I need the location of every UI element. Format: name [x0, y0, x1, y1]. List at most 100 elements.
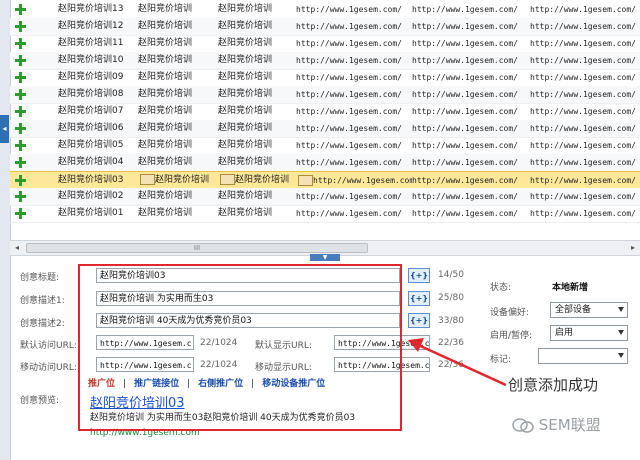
- table-row[interactable]: 赵阳竞价培训12 赵阳竞价培训 赵阳竞价培训 http://www.1gesem.co…: [10, 18, 640, 36]
- cell-display-url: http://www.1gesem.com/: [412, 39, 518, 48]
- scroll-left-arrow[interactable]: ◂: [12, 243, 22, 253]
- add-icon[interactable]: [15, 191, 26, 202]
- panel-splitter-handle[interactable]: ▼: [310, 254, 340, 261]
- cell-visit-url: http://www.1gesem.com/: [296, 73, 402, 82]
- cell-display-url: http://www.1gesem.com/: [412, 192, 518, 201]
- cell-description-1: 赵阳竞价培训: [138, 106, 193, 116]
- add-icon[interactable]: [15, 55, 26, 66]
- cell-description-2: 赵阳竞价培训: [218, 21, 273, 31]
- enable-pause-value: 启用: [555, 328, 574, 338]
- cell-creative-title: 赵阳竞价培训10: [58, 55, 124, 65]
- add-icon[interactable]: [15, 208, 26, 219]
- cell-mobile-url: http://www.1gesem.com/: [530, 22, 636, 31]
- table-row[interactable]: 赵阳竞价培训01 赵阳竞价培训 赵阳竞价培训 http://www.1gesem.co…: [10, 205, 640, 223]
- cell-display-url: http://www.1gesem.com/: [412, 124, 518, 133]
- edit-icon[interactable]: [298, 175, 313, 186]
- title-label: 创意标题:: [20, 273, 60, 283]
- tag-select[interactable]: [538, 348, 628, 364]
- cell-visit-url: http://www.1gesem.com/: [296, 22, 402, 31]
- add-icon[interactable]: [15, 4, 26, 15]
- desc2-insert-button[interactable]: {+}: [408, 313, 430, 328]
- enable-pause-select[interactable]: 启用: [550, 325, 628, 341]
- cell-mobile-url: http://www.1gesem.com/: [530, 209, 636, 218]
- cell-mobile-url: http://www.1gesem.com/: [530, 73, 636, 82]
- cell-description-1: 赵阳竞价培训: [138, 4, 193, 14]
- cell-creative-title: 赵阳竞价培训12: [58, 21, 124, 31]
- edit-icon[interactable]: [220, 174, 235, 185]
- cell-description-2: 赵阳竞价培训: [218, 157, 273, 167]
- cell-visit-url: http://www.1gesem.com/: [296, 90, 402, 99]
- cell-visit-url: http://www.1gesem.com/: [296, 172, 412, 189]
- scrollbar-thumb[interactable]: III: [26, 243, 368, 253]
- creative-list-table: 赵阳竞价培训13 赵阳竞价培训 赵阳竞价培训 http://www.1gesem.co…: [10, 0, 640, 232]
- cell-visit-url: http://www.1gesem.com/: [296, 124, 402, 133]
- add-icon[interactable]: [15, 106, 26, 117]
- cell-visit-url: http://www.1gesem.com/: [296, 141, 402, 150]
- cell-visit-url: http://www.1gesem.com/: [296, 5, 402, 14]
- cell-display-url: http://www.1gesem.com/: [412, 5, 518, 14]
- table-row[interactable]: 赵阳竞价培训07 赵阳竞价培训 赵阳竞价培训 http://www.1gesem.co…: [10, 103, 640, 121]
- add-icon[interactable]: [15, 38, 26, 49]
- cell-description-1: 赵阳竞价培训: [138, 123, 193, 133]
- title-insert-button[interactable]: {+}: [408, 268, 430, 283]
- watermark-text: SEM联盟: [538, 416, 601, 434]
- cell-description-1: 赵阳竞价培训: [138, 21, 193, 31]
- edit-icon[interactable]: [140, 174, 155, 185]
- table-row[interactable]: 赵阳竞价培训13 赵阳竞价培训 赵阳竞价培训 http://www.1gesem.co…: [10, 1, 640, 19]
- status-value: 本地新增: [552, 283, 589, 293]
- add-icon[interactable]: [15, 72, 26, 83]
- cell-display-url: http://www.1gesem.com/: [412, 141, 518, 150]
- cell-description-1: 赵阳竞价培训: [138, 89, 193, 99]
- cell-creative-title: 赵阳竞价培训11: [58, 38, 124, 48]
- add-icon[interactable]: [15, 21, 26, 32]
- table-row[interactable]: 赵阳竞价培训02 赵阳竞价培训 赵阳竞价培训 http://www.1gesem.co…: [10, 188, 640, 206]
- cell-display-url: http://www.1gesem.com/: [412, 56, 518, 65]
- add-icon[interactable]: [15, 123, 26, 134]
- add-icon[interactable]: [15, 89, 26, 100]
- cell-mobile-url: http://www.1gesem.com/: [530, 107, 636, 116]
- cell-description-2: 赵阳竞价培训: [218, 172, 296, 189]
- table-row[interactable]: 赵阳竞价培训04 赵阳竞价培训 赵阳竞价培训 http://www.1gesem.co…: [10, 154, 640, 172]
- add-icon[interactable]: [15, 140, 26, 151]
- cell-description-1: 赵阳竞价培训: [138, 38, 193, 48]
- desc1-insert-button[interactable]: {+}: [408, 291, 430, 306]
- table-row[interactable]: 赵阳竞价培训06 赵阳竞价培训 赵阳竞价培训 http://www.1gesem.co…: [10, 120, 640, 138]
- cell-mobile-url: http://www.1gesem.com/: [530, 141, 636, 150]
- cell-display-url: http://www.1gesem.com/: [412, 107, 518, 116]
- add-icon[interactable]: [15, 175, 26, 186]
- device-preference-select[interactable]: 全部设备: [550, 302, 628, 318]
- cell-creative-title: 赵阳竞价培训09: [58, 72, 124, 82]
- cell-creative-title: 赵阳竞价培训05: [58, 140, 124, 150]
- cell-display-url: http://www.1gesem.com/: [412, 176, 518, 185]
- cell-description-2: 赵阳竞价培训: [218, 89, 273, 99]
- cell-creative-title: 赵阳竞价培训13: [58, 4, 124, 14]
- title-char-count: 14/50: [438, 270, 464, 280]
- cell-visit-url: http://www.1gesem.com/: [296, 209, 402, 218]
- collapse-panel-tab[interactable]: ◂: [0, 115, 9, 143]
- table-row[interactable]: 赵阳竞价培训08 赵阳竞价培训 赵阳竞价培训 http://www.1gesem.co…: [10, 86, 640, 104]
- desc1-label: 创意描述1:: [20, 296, 65, 306]
- table-row[interactable]: 赵阳竞价培训05 赵阳竞价培训 赵阳竞价培训 http://www.1gesem.co…: [10, 137, 640, 155]
- annotation-highlight-box: [78, 264, 402, 431]
- wechat-icon: [512, 418, 534, 433]
- cell-creative-title: 赵阳竞价培训02: [58, 191, 124, 201]
- cell-visit-url: http://www.1gesem.com/: [296, 192, 402, 201]
- cell-description-2: 赵阳竞价培训: [218, 123, 273, 133]
- add-icon[interactable]: [15, 157, 26, 168]
- cell-display-url: http://www.1gesem.com/: [412, 90, 518, 99]
- device-preference-value: 全部设备: [555, 305, 592, 315]
- annotation-arrow-icon: [408, 338, 507, 387]
- scroll-right-arrow[interactable]: ▸: [628, 243, 638, 253]
- table-row[interactable]: 赵阳竞价培训09 赵阳竞价培训 赵阳竞价培训 http://www.1gesem.co…: [10, 69, 640, 87]
- table-row[interactable]: 赵阳竞价培训10 赵阳竞价培训 赵阳竞价培训 http://www.1gesem.co…: [10, 52, 640, 70]
- cell-display-url: http://www.1gesem.com/: [412, 158, 518, 167]
- table-row[interactable]: 赵阳竞价培训11 赵阳竞价培训 赵阳竞价培训 http://www.1gesem.co…: [10, 35, 640, 53]
- cell-mobile-url: http://www.1gesem.com/: [530, 176, 636, 185]
- status-label: 状态:: [490, 283, 512, 293]
- mobile-url-label: 移动访问URL:: [20, 363, 77, 373]
- chevron-down-icon: [618, 353, 624, 358]
- cell-description-1: 赵阳竞价培训: [138, 140, 193, 150]
- cell-description-1: 赵阳竞价培训: [138, 208, 193, 218]
- success-annotation: 创意添加成功: [508, 376, 599, 394]
- cell-creative-title: 赵阳竞价培训04: [58, 157, 124, 167]
